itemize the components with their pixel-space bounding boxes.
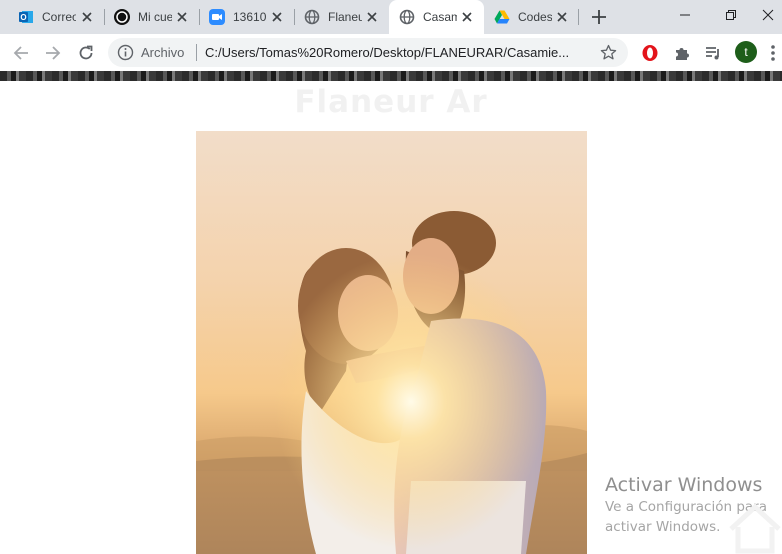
back-button[interactable] bbox=[8, 40, 34, 66]
puzzle-icon bbox=[676, 48, 689, 60]
close-tab-icon[interactable] bbox=[79, 9, 95, 25]
restore-button[interactable] bbox=[708, 0, 754, 30]
arrow-right-icon bbox=[46, 46, 61, 60]
close-tab-icon[interactable] bbox=[174, 9, 190, 25]
tab-strip: O Correo Mi cuenta 136102 Flaneur Casami… bbox=[0, 0, 782, 34]
tab-casamientos[interactable]: Casamientos bbox=[389, 0, 484, 34]
opera-icon bbox=[642, 45, 658, 61]
playlist-icon bbox=[706, 47, 719, 60]
forward-button[interactable] bbox=[40, 40, 66, 66]
new-tab-button[interactable] bbox=[589, 7, 609, 27]
globe-icon bbox=[304, 9, 320, 25]
star-icon[interactable] bbox=[600, 44, 617, 61]
reload-icon bbox=[79, 45, 93, 60]
profile-avatar[interactable]: t bbox=[735, 41, 757, 63]
close-icon bbox=[762, 9, 774, 21]
tab-codeshare[interactable]: Codeshare bbox=[484, 0, 579, 34]
minimize-button[interactable] bbox=[662, 0, 708, 30]
restore-icon bbox=[726, 10, 736, 20]
profile-badge-icon bbox=[114, 9, 130, 25]
tab-title: Flaneur bbox=[328, 10, 362, 24]
tab-zoom[interactable]: 136102 bbox=[199, 0, 294, 34]
header-banner-image bbox=[0, 71, 782, 81]
more-vert-icon bbox=[771, 45, 775, 61]
globe-icon bbox=[399, 9, 415, 25]
site-title: Flaneur Ar bbox=[294, 84, 488, 120]
tab-title: Codeshare bbox=[518, 10, 552, 24]
url-text[interactable]: C:/Users/Tomas%20Romero/Desktop/FLANEURA… bbox=[205, 45, 569, 60]
tab-flaneur[interactable]: Flaneur bbox=[294, 0, 389, 34]
close-window-button[interactable] bbox=[754, 0, 782, 30]
close-tab-icon[interactable] bbox=[364, 9, 380, 25]
extensions-button[interactable] bbox=[669, 40, 695, 66]
info-icon[interactable] bbox=[117, 44, 134, 61]
tab-title: Correo bbox=[42, 10, 76, 24]
media-control-button[interactable] bbox=[700, 40, 726, 66]
home-icon bbox=[729, 503, 781, 554]
close-tab-icon[interactable] bbox=[459, 9, 475, 25]
svg-text:O: O bbox=[20, 13, 26, 22]
address-bar[interactable]: Archivo C:/Users/Tomas%20Romero/Desktop/… bbox=[108, 38, 628, 67]
close-tab-icon[interactable] bbox=[554, 9, 570, 25]
zoom-icon bbox=[209, 9, 225, 25]
page-content: Flaneur Ar Activar Windows Ve a Configur… bbox=[0, 71, 782, 554]
menu-button[interactable] bbox=[764, 40, 782, 66]
close-tab-icon[interactable] bbox=[269, 9, 285, 25]
outlook-icon: O bbox=[18, 9, 34, 25]
opera-extension-button[interactable] bbox=[637, 40, 663, 66]
hero-photo bbox=[196, 131, 587, 554]
minimize-icon bbox=[680, 14, 690, 16]
google-drive-icon bbox=[494, 9, 510, 25]
watermark-title: Activar Windows bbox=[605, 474, 763, 496]
tab-title: 136102 bbox=[233, 10, 267, 24]
tab-title: Mi cuenta bbox=[138, 10, 172, 24]
arrow-left-icon bbox=[13, 46, 28, 60]
scheme-label: Archivo bbox=[141, 45, 185, 60]
reload-button[interactable] bbox=[73, 40, 99, 66]
wedding-photo-image bbox=[196, 131, 587, 554]
tab-mi-cuenta[interactable]: Mi cuenta bbox=[104, 0, 199, 34]
address-divider bbox=[196, 44, 197, 61]
plus-icon bbox=[592, 10, 606, 24]
tab-correo[interactable]: O Correo bbox=[8, 0, 104, 34]
tab-title: Casamientos bbox=[423, 10, 457, 24]
tab-separator bbox=[578, 9, 579, 25]
browser-toolbar: Archivo C:/Users/Tomas%20Romero/Desktop/… bbox=[0, 34, 782, 71]
